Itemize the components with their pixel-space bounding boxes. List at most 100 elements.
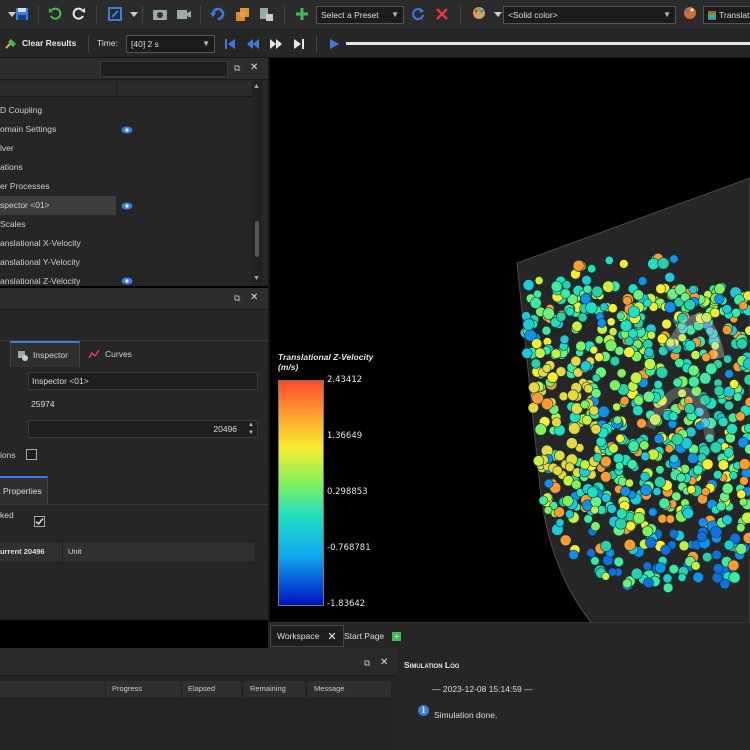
particle: [688, 285, 698, 295]
eye-icon[interactable]: [121, 202, 133, 210]
particle: [676, 472, 686, 483]
particle: [688, 375, 700, 388]
check-icon: [35, 518, 44, 526]
tree-search-input[interactable]: [100, 61, 228, 77]
redo-icon[interactable]: [71, 6, 87, 22]
particle: [709, 307, 721, 318]
particle: [724, 369, 734, 379]
scrollbar-thumb[interactable]: [255, 221, 259, 257]
close-icon[interactable]: ✕: [327, 630, 336, 643]
tree-item-solver[interactable]: lver: [0, 139, 262, 158]
palette-icon[interactable]: [682, 5, 698, 21]
tab-workspace[interactable]: Workspace ✕: [270, 625, 344, 647]
tab-properties[interactable]: Properties: [0, 476, 48, 504]
particle-lock-icon[interactable]: [258, 6, 274, 22]
col-message: Message: [308, 681, 392, 697]
timeline-slider[interactable]: [346, 42, 750, 45]
tree-item-scales[interactable]: Scales: [0, 215, 262, 234]
camera-icon[interactable]: [152, 6, 168, 22]
tree-item-x-velocity[interactable]: anslational X-Velocity: [0, 234, 262, 253]
undo-icon[interactable]: [47, 6, 63, 22]
rotate-icon[interactable]: [210, 6, 226, 22]
tree-item-label: anslational Y-Velocity: [0, 257, 80, 267]
particle: [538, 495, 549, 506]
spin-arrows-icon[interactable]: ▲ ▼: [248, 421, 254, 437]
particle: [575, 340, 587, 352]
float-panel-icon[interactable]: ⧉: [234, 63, 240, 74]
particle: [656, 366, 669, 379]
eye-icon[interactable]: [121, 277, 133, 285]
add-icon[interactable]: [294, 6, 310, 22]
tab-start-page[interactable]: Start Page +: [338, 625, 407, 647]
tree-item-label: ations: [0, 162, 23, 172]
tree-item-domain-settings[interactable]: omain Settings: [0, 120, 262, 139]
scalar-select-label: Translat: [719, 10, 750, 20]
checked-checkbox[interactable]: [34, 516, 45, 527]
3d-viewport[interactable]: Translational Z-Velocity (m/s) 2.43412 1…: [270, 58, 750, 622]
tree-item-post-processes[interactable]: er Processes: [0, 177, 262, 196]
particle: [555, 311, 567, 322]
tab-curves[interactable]: Curves: [82, 341, 144, 367]
particle: [657, 513, 668, 524]
particle: [588, 405, 599, 416]
color-select[interactable]: <Solid color> ▼: [503, 6, 676, 24]
progress-panel-header: ⧉ ✕: [0, 648, 398, 676]
fit-view-icon[interactable]: [107, 6, 123, 22]
float-panel-icon[interactable]: ⧉: [234, 293, 240, 304]
close-icon[interactable]: [434, 6, 450, 22]
particle: [717, 459, 729, 471]
scroll-down-icon[interactable]: ▼: [253, 275, 260, 282]
particle-id-value: 20496: [213, 424, 237, 434]
play-icon[interactable]: [326, 36, 342, 52]
refresh-icon[interactable]: [410, 6, 426, 22]
step-back-icon[interactable]: [245, 36, 261, 52]
chevron-down-icon[interactable]: [126, 7, 142, 23]
close-panel-icon[interactable]: ✕: [380, 657, 388, 668]
step-forward-icon[interactable]: [268, 36, 284, 52]
simulation-log-title: Simulation Log: [404, 660, 460, 670]
save-icon[interactable]: [14, 6, 30, 22]
particle: [642, 298, 652, 308]
time-select[interactable]: [40] 2 s ▼: [126, 35, 215, 53]
particle: [594, 335, 604, 345]
eye-icon[interactable]: [121, 126, 133, 134]
clear-results-button[interactable]: Clear Results: [4, 36, 76, 50]
particle: [604, 255, 614, 265]
tab-inspector[interactable]: Inspector: [10, 341, 80, 367]
particle: [599, 302, 609, 312]
particle: [739, 476, 749, 486]
tab-start-page-label: Start Page: [344, 631, 385, 641]
particle: [630, 567, 643, 580]
color-palette-icon[interactable]: [471, 5, 487, 21]
particle-id-spinbox[interactable]: 20496 ▲ ▼: [28, 420, 258, 438]
scalar-select[interactable]: Translat: [703, 6, 750, 24]
particle: [684, 299, 696, 311]
close-panel-icon[interactable]: ✕: [250, 62, 258, 73]
curves-icon: [88, 349, 100, 359]
tree-scrollbar[interactable]: ▲ ▼: [252, 81, 262, 286]
tree-item-simulations[interactable]: ations: [0, 158, 262, 177]
pin-icon[interactable]: +: [392, 631, 402, 641]
skip-to-end-icon[interactable]: [291, 36, 307, 52]
inspector-name-field[interactable]: Inspector <01>: [28, 372, 258, 390]
float-panel-icon[interactable]: ⧉: [364, 658, 370, 669]
video-camera-icon[interactable]: [176, 6, 192, 22]
tree-item-inspector[interactable]: spector <01>: [0, 196, 116, 215]
scroll-up-icon[interactable]: ▲: [253, 83, 260, 90]
tree-item-label: Scales: [0, 219, 26, 229]
skip-to-start-icon[interactable]: [222, 36, 238, 52]
particle: [729, 471, 738, 480]
col-elapsed: Elapsed: [182, 681, 242, 697]
preset-select[interactable]: Select a Preset ▼: [316, 6, 404, 24]
particle: [567, 389, 579, 402]
tree-item-z-velocity[interactable]: anslational Z-Velocity: [0, 272, 262, 286]
close-panel-icon[interactable]: ✕: [250, 292, 258, 303]
options-checkbox[interactable]: [26, 449, 37, 460]
particle: [590, 556, 600, 566]
tree-item-cfd-coupling[interactable]: D Coupling: [0, 101, 262, 120]
geometry-icon[interactable]: [234, 6, 250, 22]
particle: [550, 280, 563, 293]
particle-scene[interactable]: [270, 58, 750, 622]
legend-title: Translational Z-Velocity: [278, 352, 374, 362]
tree-item-y-velocity[interactable]: anslational Y-Velocity: [0, 253, 262, 272]
